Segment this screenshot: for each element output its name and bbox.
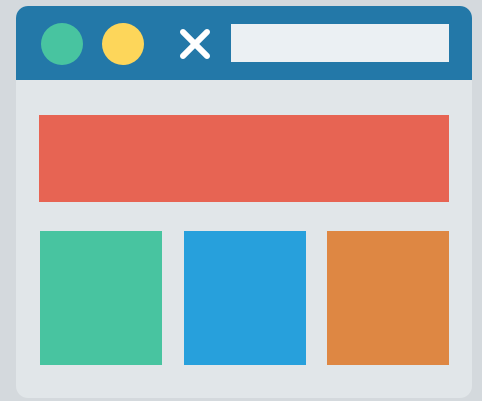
green-circle-icon[interactable] bbox=[41, 23, 83, 65]
close-button[interactable] bbox=[177, 26, 213, 62]
yellow-circle-icon[interactable] bbox=[102, 23, 144, 65]
content-tile-orange bbox=[327, 231, 449, 365]
browser-window-illustration bbox=[16, 6, 472, 398]
close-icon bbox=[180, 29, 210, 59]
content-tile-blue bbox=[184, 231, 306, 365]
content-tile-green bbox=[40, 231, 162, 365]
address-bar[interactable] bbox=[231, 24, 449, 62]
title-bar bbox=[16, 6, 472, 80]
banner-block bbox=[39, 115, 449, 202]
